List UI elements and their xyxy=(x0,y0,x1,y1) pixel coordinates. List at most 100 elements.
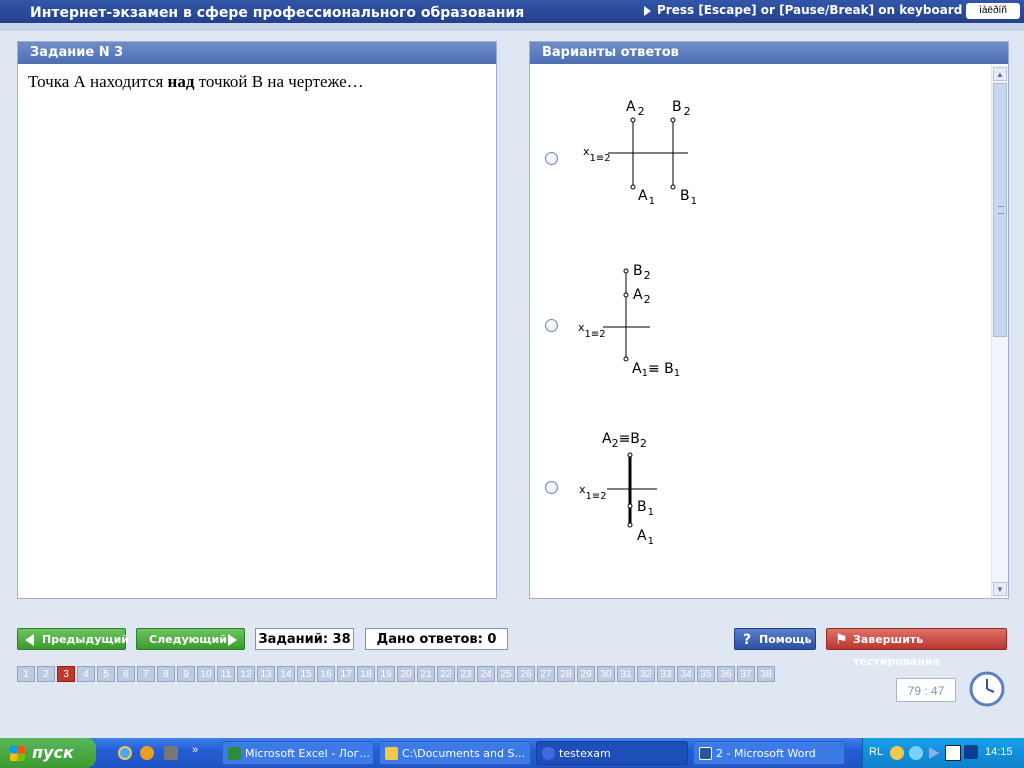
task-header: Задание N 3 xyxy=(18,42,496,64)
next-button[interactable]: Следующий xyxy=(136,628,245,650)
opt1-a-top-sub: 1 xyxy=(649,196,655,207)
question-number-23[interactable]: 23 xyxy=(457,666,475,682)
answer-option-3-radio[interactable] xyxy=(545,481,558,494)
question-number-19[interactable]: 19 xyxy=(377,666,395,682)
svg-text:x1≡2: x1≡2 xyxy=(578,321,606,340)
question-number-33[interactable]: 33 xyxy=(657,666,675,682)
question-number-14[interactable]: 14 xyxy=(277,666,295,682)
answer-option-2-radio[interactable] xyxy=(545,319,558,332)
question-number-11[interactable]: 11 xyxy=(217,666,235,682)
question-number-37[interactable]: 37 xyxy=(737,666,755,682)
opt3-b-top-sub: 1 xyxy=(648,507,654,518)
option-2-drawing: B2 A2 x1≡2 A1≡ B1 xyxy=(578,263,680,379)
question-number-12[interactable]: 12 xyxy=(237,666,255,682)
language-indicator[interactable]: RL xyxy=(869,746,883,758)
question-number-15[interactable]: 15 xyxy=(297,666,315,682)
ie-icon[interactable] xyxy=(118,746,132,760)
question-number-20[interactable]: 20 xyxy=(397,666,415,682)
tray-icon-3[interactable] xyxy=(964,745,978,759)
scroll-thumb[interactable] xyxy=(993,83,1007,337)
question-number-3[interactable]: 3 xyxy=(57,666,75,682)
question-number-36[interactable]: 36 xyxy=(717,666,735,682)
question-number-9[interactable]: 9 xyxy=(177,666,195,682)
question-number-6[interactable]: 6 xyxy=(117,666,135,682)
next-button-label: Следующий xyxy=(149,633,227,646)
escape-hint-text: Press [Escape] or [Pause/Break] on keybo… xyxy=(657,3,1015,17)
opt2-b-front: B xyxy=(633,263,643,279)
opt1-b-front: B xyxy=(672,99,682,115)
tray-play-icon[interactable] xyxy=(929,747,939,759)
taskbar-item-folder[interactable]: C:\Documents and S... xyxy=(379,741,531,765)
prev-button[interactable]: Предыдущий xyxy=(17,628,129,650)
question-number-2[interactable]: 2 xyxy=(37,666,55,682)
start-button-label: пуск xyxy=(32,743,74,762)
keyboard-indicator: ìàëðíñ xyxy=(966,3,1020,19)
windows-logo-icon xyxy=(10,746,25,761)
tray-media-icon[interactable] xyxy=(945,745,961,761)
answers-scrollbar[interactable]: ▲ ▼ xyxy=(991,65,1008,598)
question-number-21[interactable]: 21 xyxy=(417,666,435,682)
question-number-31[interactable]: 31 xyxy=(617,666,635,682)
help-button[interactable]: ? Помощь xyxy=(734,628,816,650)
answers-panel: Варианты ответов ▲ ▼ A2 B2 x1≡2 A1 B1 B2… xyxy=(529,41,1009,599)
opt1-b-top-sub: 1 xyxy=(691,196,697,207)
finish-button[interactable]: ⚑ Завершить тестирование xyxy=(826,628,1007,668)
question-number-8[interactable]: 8 xyxy=(157,666,175,682)
system-tray: RL 14:15 xyxy=(862,738,1024,768)
question-number-1[interactable]: 1 xyxy=(17,666,35,682)
app-quicklaunch-icon[interactable] xyxy=(164,746,178,760)
question-number-25[interactable]: 25 xyxy=(497,666,515,682)
question-number-18[interactable]: 18 xyxy=(357,666,375,682)
question-number-34[interactable]: 34 xyxy=(677,666,695,682)
question-number-5[interactable]: 5 xyxy=(97,666,115,682)
taskbar-item-word[interactable]: 2 - Microsoft Word xyxy=(693,741,845,765)
svg-text:B2: B2 xyxy=(672,99,691,118)
svg-text:B1: B1 xyxy=(680,188,697,207)
opt2-a-front: A xyxy=(633,287,643,303)
scroll-up-button[interactable]: ▲ xyxy=(993,67,1007,81)
start-button[interactable]: пуск xyxy=(0,738,96,768)
scroll-down-button[interactable]: ▼ xyxy=(993,582,1007,596)
tray-icon-1[interactable] xyxy=(890,746,904,760)
question-number-24[interactable]: 24 xyxy=(477,666,495,682)
question-number-22[interactable]: 22 xyxy=(437,666,455,682)
answers-given: Дано ответов: 0 xyxy=(365,628,508,650)
question-number-35[interactable]: 35 xyxy=(697,666,715,682)
folder-icon xyxy=(385,747,398,760)
question-number-16[interactable]: 16 xyxy=(317,666,335,682)
top-strip xyxy=(0,23,1024,31)
play-icon xyxy=(644,5,651,16)
arrow-right-icon xyxy=(228,634,237,646)
question-number-32[interactable]: 32 xyxy=(637,666,655,682)
media-icon[interactable] xyxy=(140,746,154,760)
taskbar-item-testexam[interactable]: testexam xyxy=(536,741,688,765)
excel-icon xyxy=(228,747,241,760)
question-number-27[interactable]: 27 xyxy=(537,666,555,682)
svg-text:A1: A1 xyxy=(637,528,654,547)
question-number-26[interactable]: 26 xyxy=(517,666,535,682)
question-number-28[interactable]: 28 xyxy=(557,666,575,682)
svg-text:B2: B2 xyxy=(633,263,651,282)
tray-clock[interactable]: 14:15 xyxy=(985,746,1013,758)
question-number-10[interactable]: 10 xyxy=(197,666,215,682)
tray-icon-2[interactable] xyxy=(909,746,923,760)
escape-hint: Press [Escape] or [Pause/Break] on keybo… xyxy=(640,1,1014,19)
window-title: Интернет-экзамен в сфере профессионально… xyxy=(30,5,525,21)
question-number-4[interactable]: 4 xyxy=(77,666,95,682)
answer-option-1-radio[interactable] xyxy=(545,152,558,165)
task-panel: Задание N 3 Точка А находится над точкой… xyxy=(17,41,497,599)
quicklaunch-chevron-icon[interactable]: » xyxy=(192,744,198,756)
taskbar-item-excel[interactable]: Microsoft Excel - Лог... xyxy=(222,741,374,765)
question-number-13[interactable]: 13 xyxy=(257,666,275,682)
opt1-a-front-sub: 2 xyxy=(638,105,645,118)
taskbar-item-folder-label: C:\Documents and S... xyxy=(402,747,525,760)
opt3-front-eq: ≡B xyxy=(619,431,640,447)
question-number-30[interactable]: 30 xyxy=(597,666,615,682)
question-number-29[interactable]: 29 xyxy=(577,666,595,682)
question-number-7[interactable]: 7 xyxy=(137,666,155,682)
opt3-front-eq-sub: 2 xyxy=(640,437,647,450)
question-number-17[interactable]: 17 xyxy=(337,666,355,682)
opt3-front: A xyxy=(602,431,612,447)
question-number-38[interactable]: 38 xyxy=(757,666,775,682)
svg-text:A2: A2 xyxy=(626,99,645,118)
